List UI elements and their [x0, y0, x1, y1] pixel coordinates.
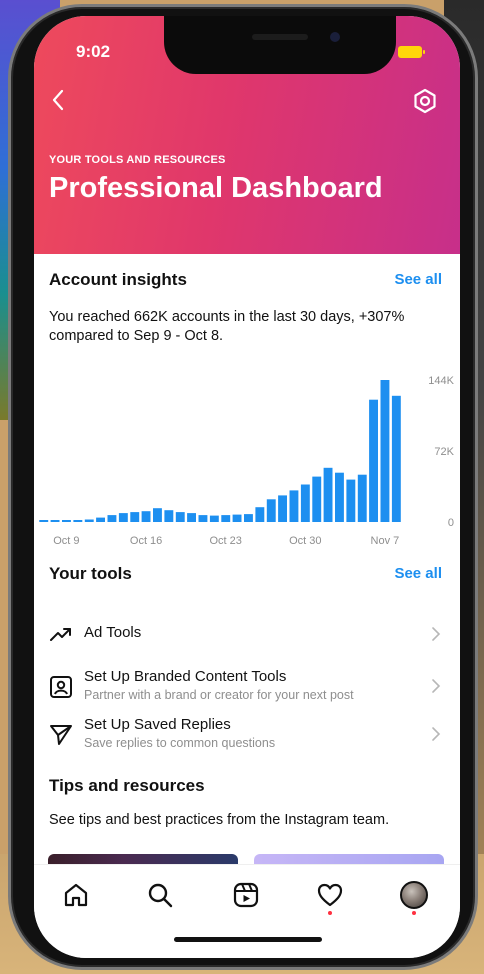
chart-bar — [312, 476, 322, 522]
chart-bar — [175, 512, 185, 522]
back-button[interactable] — [44, 84, 72, 116]
chart-x-tick-label: Nov 7 — [371, 535, 400, 547]
chart-bar — [84, 519, 94, 522]
chart-bar — [209, 515, 219, 522]
bottom-tab-bar — [34, 864, 460, 958]
search-icon[interactable] — [146, 881, 174, 909]
notch — [164, 16, 396, 74]
insights-summary: You reached 662K accounts in the last 30… — [49, 309, 405, 344]
insights-title: Account insights — [49, 270, 187, 289]
profile-badge-dot — [412, 911, 416, 915]
chart-bar — [164, 510, 174, 522]
chart-bar — [198, 515, 208, 522]
chart-bar — [73, 520, 83, 522]
chart-bar — [221, 515, 231, 522]
chart-bar — [153, 508, 162, 522]
chevron-left-icon — [52, 89, 64, 111]
chart-y-tick-label: 144K — [428, 375, 454, 387]
status-time: 9:02 — [76, 42, 111, 61]
chart-bar — [141, 511, 151, 522]
chevron-right-icon — [432, 727, 441, 741]
tips-title: Tips and resources — [49, 776, 205, 795]
chevron-right-icon — [432, 627, 441, 641]
header-eyebrow: YOUR TOOLS AND RESOURCES — [49, 154, 226, 166]
tool-item-ad-tools[interactable]: Ad Tools — [34, 612, 460, 656]
chart-y-tick-label: 72K — [434, 446, 454, 458]
tool-item-saved-replies[interactable]: Set Up Saved Replies Save replies to com… — [34, 712, 460, 756]
insights-bar-chart: 144K 72K 0 Oct 9 Oct 16 Oct 23 Oct 30 Nov 7 — [39, 375, 455, 547]
chart-bar — [187, 513, 196, 522]
reels-icon[interactable] — [232, 881, 260, 909]
tips-summary: See tips and best practices from the Ins… — [49, 812, 390, 828]
chart-bar — [289, 490, 299, 522]
profile-avatar[interactable] — [400, 881, 428, 909]
chart-bar — [323, 467, 333, 522]
chart-x-tick-label: Oct 23 — [209, 535, 241, 547]
page-title: Professional Dashboard — [49, 172, 383, 204]
gear-icon — [414, 88, 436, 114]
heart-icon[interactable] — [316, 881, 344, 909]
trending-up-icon — [50, 628, 71, 641]
branded-content-icon — [50, 676, 72, 698]
chart-bar — [369, 399, 378, 522]
phone-screen: 9:02 YOUR TOOLS AND RESOURCES Profession… — [34, 16, 460, 958]
chart-bar — [62, 520, 71, 522]
chart-bar — [266, 499, 276, 522]
chart-bar — [118, 513, 128, 522]
tool-title: Set Up Branded Content Tools — [84, 668, 287, 685]
chart-bar — [335, 472, 344, 522]
battery-icon — [398, 46, 425, 58]
tool-subtitle: Partner with a brand or creator for your… — [84, 688, 354, 702]
activity-badge-dot — [328, 911, 332, 915]
speaker — [252, 34, 308, 40]
chart-bar — [357, 474, 367, 522]
chart-bar — [107, 515, 117, 522]
paper-plane-icon — [50, 725, 72, 745]
chart-x-tick-label: Oct 9 — [53, 535, 79, 547]
tool-title: Ad Tools — [84, 624, 142, 641]
chart-bar — [39, 520, 49, 522]
front-camera — [330, 32, 340, 42]
insights-chart: 144K 72K 0 Oct 9 Oct 16 Oct 23 Oct 30 Nov 7 — [34, 374, 460, 554]
chart-bar — [130, 512, 140, 522]
chart-bar — [244, 514, 253, 522]
chart-bar — [380, 380, 390, 522]
tool-item-branded-content[interactable]: Set Up Branded Content Tools Partner wit… — [34, 664, 460, 708]
chart-bar — [391, 395, 401, 522]
tool-title: Set Up Saved Replies — [84, 716, 231, 733]
chart-bar — [346, 479, 356, 522]
settings-button[interactable] — [410, 86, 440, 116]
chart-bar — [232, 514, 242, 522]
tools-title: Your tools — [49, 564, 132, 583]
chart-bar — [255, 507, 265, 522]
home-icon[interactable] — [62, 881, 90, 909]
tools-see-all-link[interactable]: See all — [394, 565, 442, 582]
tool-subtitle: Save replies to common questions — [84, 736, 276, 750]
insights-see-all-link[interactable]: See all — [394, 271, 442, 288]
dashboard-content: Account insights See all You reached 662… — [34, 254, 460, 894]
chart-x-tick-label: Oct 30 — [289, 535, 321, 547]
home-indicator — [174, 937, 322, 942]
chart-bar — [278, 495, 287, 522]
chart-bar — [50, 520, 60, 522]
chevron-right-icon — [432, 679, 441, 693]
chart-x-tick-label: Oct 16 — [130, 535, 162, 547]
chart-y-tick-label: 0 — [448, 517, 454, 529]
chart-bar — [96, 517, 105, 522]
chart-bar — [300, 484, 310, 522]
